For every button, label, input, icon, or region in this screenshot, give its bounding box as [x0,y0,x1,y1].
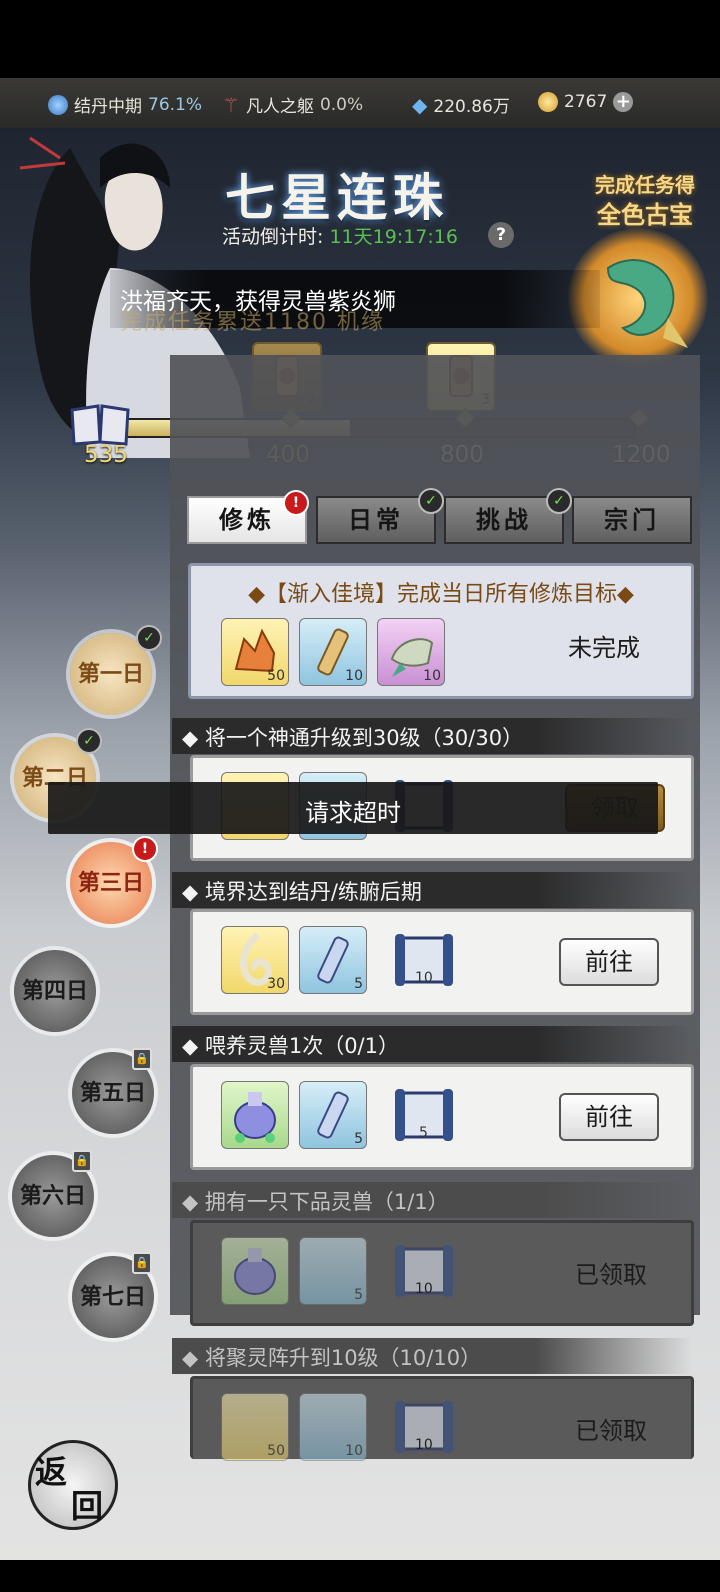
alert-badge: ! [132,836,158,862]
lock-icon: 🔒 [132,1048,152,1070]
tab-label: 挑战 [476,505,532,534]
quest-title-text: 将一个神通升级到30级（30/30） [204,726,524,750]
body-icon: ⚚ [222,92,240,117]
daily-goal-card: ◆【渐入佳境】完成当日所有修炼目标◆ 50 10 10 未完成 [188,563,694,699]
bottom-black-bar [0,1560,720,1592]
go-button[interactable]: 前往 [559,1093,659,1141]
check-badge: ✓ [136,625,162,651]
body-pct: 0.0% [319,94,364,115]
realm-pct: 76.1% [148,94,203,115]
day-4[interactable]: 第四日 [14,950,96,1032]
countdown: 活动倒计时: 11天19:17:16 [222,222,458,249]
quest-title-text: 将聚灵阵升到10级（10/10） [204,1346,482,1370]
reward-item: 5 [299,1237,367,1305]
spirit-stone-value: 220.86万 [433,97,510,117]
quest-title-text: 拥有一只下品灵兽（1/1） [204,1190,449,1214]
quest-card: 30 5 10 前往 [190,909,694,1015]
reward-item[interactable]: 10 [377,618,445,686]
tab-label: 修炼 [219,505,275,534]
item-count: 10 [415,1437,433,1453]
item-count: 10 [345,668,363,684]
back-button[interactable]: 返 回 [28,1440,118,1530]
event-title: 七星连珠 [225,168,449,227]
top-black-bar [0,0,720,78]
claimed-status: 已领取 [575,1261,647,1289]
reward-item[interactable]: 5 [299,926,367,994]
quest-title: ◆ 将聚灵阵升到10级（10/10） [172,1338,692,1374]
item-count: 5 [354,1131,363,1147]
body-label: 凡人之躯 [245,97,314,117]
go-button[interactable]: 前往 [559,938,659,986]
reward-item: 10 [299,1393,367,1461]
current-points: 535 [84,442,128,468]
lock-icon: 🔒 [132,1252,152,1274]
reward-item[interactable]: 50 [221,618,289,686]
countdown-value: 11天19:17:16 [329,226,458,248]
cumulative-reward-text: 完成任务累送1180 机缘 [120,310,385,335]
reward-label: 完成任务得 全色古宝 [575,170,715,230]
crystal-icon: ◆ [412,92,428,117]
quest-card: 5 10 已领取 [190,1220,694,1326]
quest-title: ◆ 将一个神通升级到30级（30/30） [172,718,692,754]
reward-item [221,1237,289,1305]
body-stat[interactable]: ⚚ 凡人之躯 0.0% [222,92,364,118]
item-count: 10 [345,1443,363,1459]
coin-icon [538,92,558,112]
claimed-status: 已领取 [575,1417,647,1445]
item-count: 5 [354,1287,363,1303]
goal-title: ◆【渐入佳境】完成当日所有修炼目标◆ [248,582,634,607]
realm-icon [48,94,68,115]
check-badge: ✓ [418,488,444,514]
check-badge: ✓ [546,488,572,514]
realm-label: 结丹中期 [74,97,142,117]
gold-value: 2767 [564,92,608,112]
item-count: 10 [415,1281,433,1297]
reward-item: 50 [221,1393,289,1461]
item-count: 30 [267,976,285,992]
reward-item[interactable] [221,1081,289,1149]
item-count: 50 [267,1443,285,1459]
check-badge: ✓ [76,728,102,754]
item-count: 5 [419,1125,428,1141]
quest-title: ◆ 喂养灵兽1次（0/1） [172,1026,692,1062]
tab-label: 日常 [348,505,404,534]
quest-card: 50 10 10 已领取 [190,1376,694,1461]
quest-title-text: 喂养灵兽1次（0/1） [204,1034,399,1058]
item-count: 50 [267,668,285,684]
reward-line-1: 完成任务得 [595,173,695,197]
item-count: 10 [423,668,441,684]
gold-stat[interactable]: 2767 + [538,92,634,112]
reward-item[interactable]: 30 [221,926,289,994]
spirit-stone-stat[interactable]: ◆ 220.86万 [412,92,510,118]
countdown-label: 活动倒计时: [222,226,324,248]
reward-item[interactable]: 5 [299,1081,367,1149]
item-count: 5 [354,976,363,992]
quest-title: ◆ 拥有一只下品灵兽（1/1） [172,1182,692,1218]
tab-label: 宗门 [604,505,660,534]
realm-stat[interactable]: 结丹中期 76.1% [48,92,202,117]
back-char-1: 返 [35,1453,68,1491]
item-count: 10 [415,970,433,986]
quest-card: 5 5 前往 [190,1064,694,1170]
back-char-2: 回 [71,1487,104,1525]
tab-sect[interactable]: 宗门 [572,496,692,544]
quest-title: ◆ 境界达到结丹/练腑后期 [172,872,692,908]
beast-food-icon [234,1092,276,1143]
toast-text: 请求超时 [305,799,401,827]
plus-icon[interactable]: + [613,92,634,112]
reward-item[interactable]: 10 [299,618,367,686]
quest-title-text: 境界达到结丹/练腑后期 [204,880,422,904]
lock-icon: 🔒 [72,1150,92,1172]
beast-food-icon [234,1248,276,1295]
timeout-toast: 请求超时 [48,782,658,834]
goal-status: 未完成 [568,634,640,662]
resource-bar: 结丹中期 76.1% ⚚ 凡人之躯 0.0% ◆ 220.86万 2767 + [0,78,720,129]
reward-line-2: 全色古宝 [597,200,693,229]
alert-badge: ! [283,490,309,516]
help-icon[interactable]: ? [488,222,514,248]
book-icon [70,404,130,446]
